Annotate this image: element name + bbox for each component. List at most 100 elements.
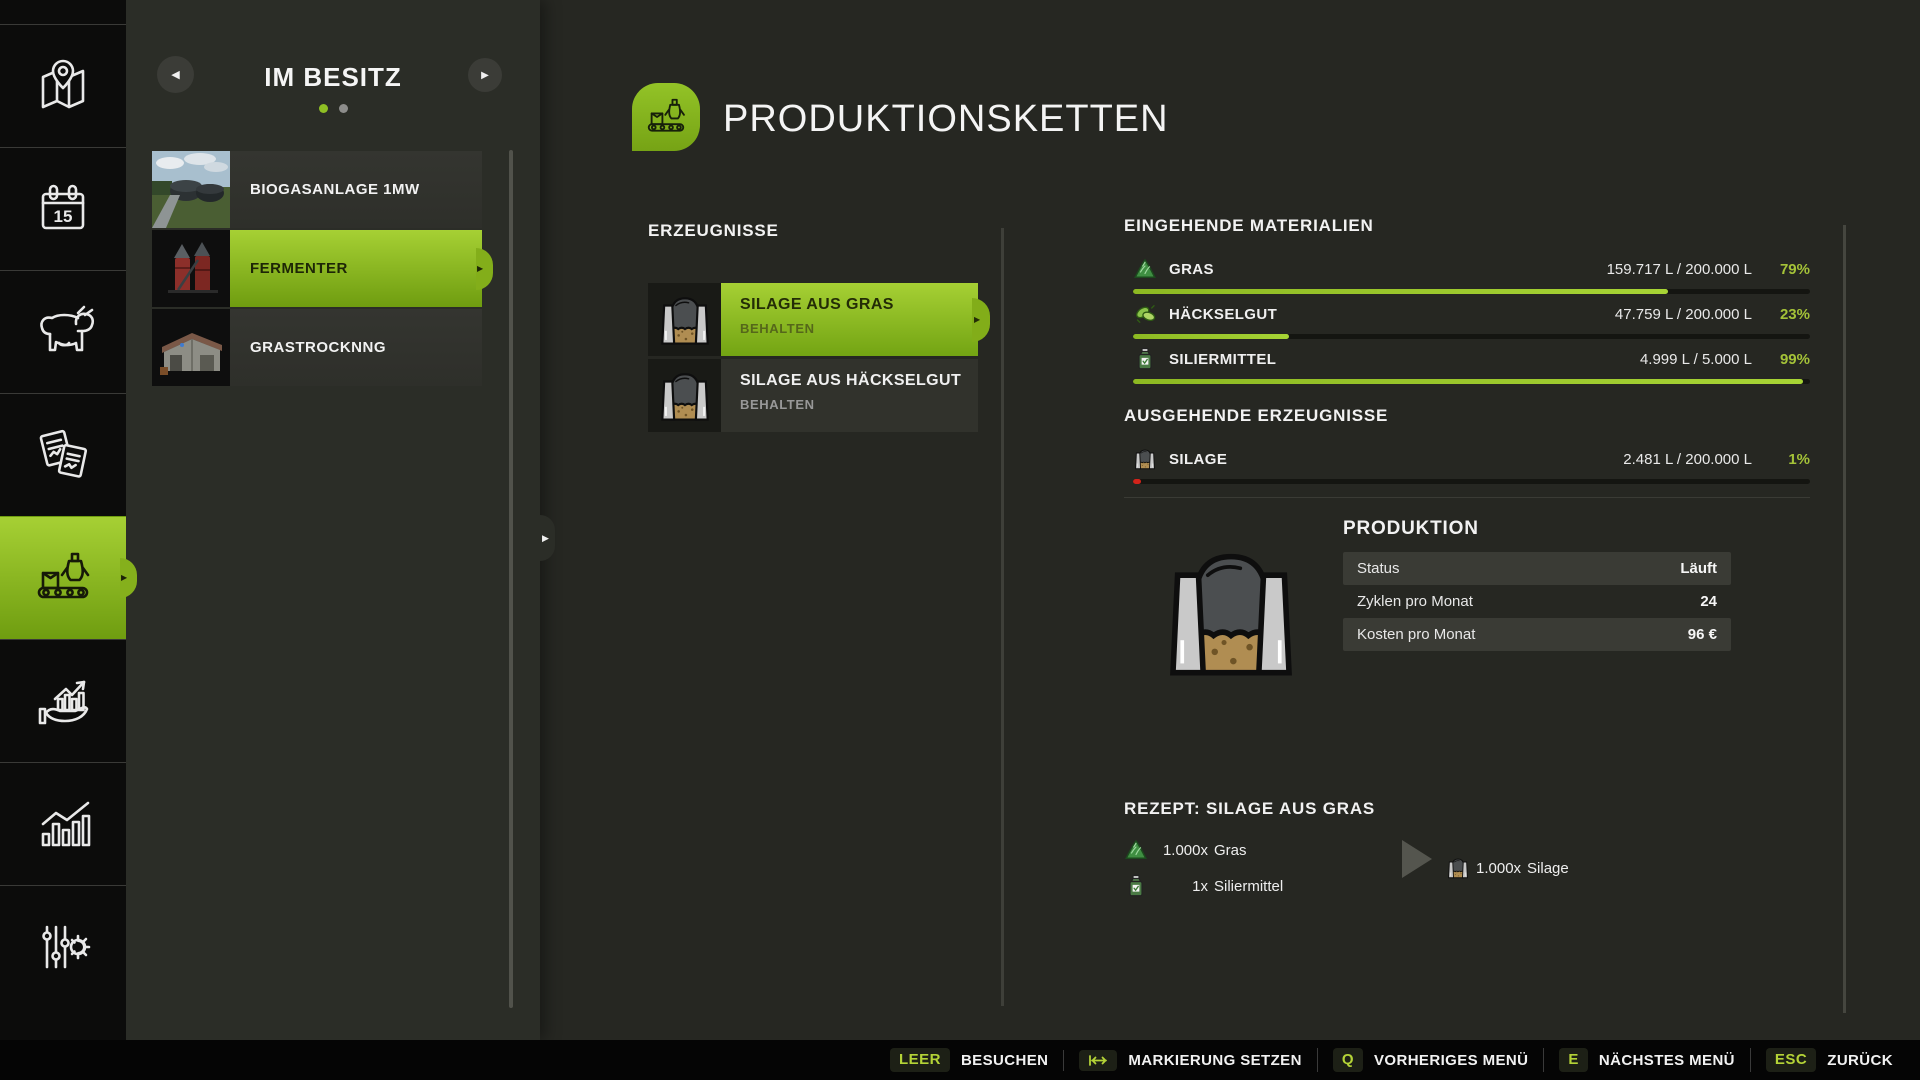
contracts-icon (39, 429, 88, 478)
recipe-arrow-icon (1402, 840, 1432, 878)
fill-level-bar (1133, 479, 1810, 484)
products-scrollbar[interactable] (1001, 228, 1004, 1006)
selected-building-indicator: ▶ (476, 247, 493, 290)
table-row: Kosten pro Monat 96 € (1343, 618, 1731, 651)
control-besuchen[interactable]: LEER BESUCHEN (875, 1047, 1063, 1073)
production-chains-icon (632, 83, 700, 151)
esc-key: ESC (1765, 1047, 1817, 1073)
owned-panel-header: ◀ IM BESITZ ▶ (126, 0, 540, 150)
fill-level-bar (1133, 379, 1810, 384)
product-item-silage-aus-haeckselgut[interactable]: SILAGE AUS HÄCKSELGUT BEHALTEN ▶ (648, 359, 978, 432)
production-icon (37, 552, 90, 599)
material-amount: 4.999 L / 5.000 L (1639, 350, 1752, 368)
recipe-name: Siliermittel (1214, 877, 1284, 895)
material-percent: 1% (1788, 450, 1810, 468)
sidebar-item-calendar[interactable]: 15 (0, 147, 126, 270)
bunker-silo-icon (648, 359, 721, 432)
page-dot-active[interactable] (318, 104, 328, 113)
calendar-icon: 15 (41, 184, 85, 230)
q-key: Q (1332, 1047, 1363, 1073)
material-percent: 99% (1779, 350, 1810, 368)
biogas-plant-photo (152, 151, 230, 228)
product-title: SILAGE AUS GRAS (740, 296, 894, 313)
material-name: SILIERMITTEL (1169, 350, 1277, 368)
page-dot[interactable] (338, 104, 348, 113)
owned-buildings-panel: ◀ IM BESITZ ▶ BIOGASANLAGE 1MW FERMENTER… (126, 0, 540, 1040)
building-row-fermenter[interactable]: FERMENTER ▶ (152, 230, 493, 307)
row-value: 24 (1700, 593, 1717, 610)
row-value: 96 € (1687, 626, 1717, 643)
product-title: SILAGE AUS HÄCKSELGUT (740, 372, 962, 389)
chaff-icon (1134, 304, 1157, 323)
sidebar-item-contracts[interactable] (0, 393, 126, 516)
calendar-day-label: 15 (54, 207, 73, 226)
selected-product-indicator: ▶ (972, 297, 990, 342)
product-mode: BEHALTEN (740, 321, 815, 336)
material-name: HÄCKSELGUT (1169, 305, 1278, 323)
control-markierung-setzen[interactable]: MARKIERUNG SETZEN (1063, 1049, 1316, 1071)
material-percent: 79% (1779, 260, 1810, 278)
sidebar-item-map[interactable] (0, 24, 126, 147)
fill-level-bar (1133, 334, 1810, 339)
material-amount: 159.717 L / 200.000 L (1606, 260, 1752, 278)
page-title: PRODUKTIONSKETTEN (723, 98, 1169, 140)
fermenter-silos-photo (152, 230, 230, 307)
material-row-gras: GRAS 159.717 L / 200.000 L 79% (1124, 256, 1810, 294)
statistics-icon (41, 801, 91, 847)
fill-level-bar (1133, 289, 1810, 294)
control-label: MARKIERUNG SETZEN (1128, 1051, 1302, 1069)
row-label: Zyklen pro Monat (1357, 593, 1473, 610)
recipe-name: Gras (1214, 841, 1247, 859)
recipe-section-title: REZEPT: SILAGE AUS GRAS (1124, 799, 1376, 818)
grass-icon (1125, 840, 1147, 859)
building-row-grastrocknng[interactable]: GRASTROCKNNG ▶ (152, 309, 482, 386)
input-hints-bar: LEER BESUCHEN MARKIERUNG SETZEN Q VORHER… (0, 1040, 1920, 1080)
details-scrollbar[interactable] (1843, 225, 1846, 1013)
table-row: Zyklen pro Monat 24 (1343, 585, 1731, 618)
bunker-silo-icon (1448, 858, 1468, 879)
next-page-button[interactable]: ▶ (468, 58, 502, 92)
recipe-input-siliermittel: 1x Siliermittel (1124, 874, 1283, 898)
product-item-silage-aus-gras[interactable]: SILAGE AUS GRAS BEHALTEN ▶ (648, 283, 990, 356)
sidebar-item-finances[interactable] (0, 639, 126, 762)
building-list: BIOGASANLAGE 1MW ▶ (152, 151, 493, 388)
control-label: VORHERIGES MENÜ (1374, 1051, 1529, 1069)
recipe-qty: 1.000x (1476, 859, 1522, 877)
sidebar-item-settings[interactable] (0, 885, 126, 1008)
bunker-silo-icon (1135, 449, 1155, 470)
sidebar-item-production[interactable]: ▶ (0, 516, 137, 639)
sidebar-item-animals[interactable] (0, 270, 126, 393)
material-row-silage: SILAGE 2.481 L / 200.000 L 1% (1124, 446, 1810, 484)
finances-icon (38, 680, 89, 725)
control-label: NÄCHSTES MENÜ (1598, 1051, 1735, 1069)
production-table: Status Läuft Zyklen pro Monat 24 Kosten … (1343, 552, 1731, 651)
production-chains-screen: 15 ▶ ◀ IM BESITZ ▶ BIOGASANLAGE 1MW FERM… (0, 0, 1920, 1080)
recipe-output-silage: 1.000x Silage (1446, 856, 1569, 880)
control-zurueck[interactable]: ESC ZURÜCK (1749, 1047, 1908, 1073)
material-row-siliermittel: SILIERMITTEL 4.999 L / 5.000 L 99% (1124, 346, 1810, 384)
building-list-scrollbar[interactable] (509, 150, 513, 1008)
grass-icon (1134, 259, 1156, 278)
control-vorheriges-menu[interactable]: Q VORHERIGES MENÜ (1316, 1047, 1544, 1073)
recipe-qty: 1x (1192, 877, 1208, 895)
material-amount: 47.759 L / 200.000 L (1614, 305, 1752, 323)
material-name: SILAGE (1169, 450, 1228, 468)
space-key: LEER (889, 1047, 950, 1073)
production-details-panel: EINGEHENDE MATERIALIEN GRAS 159.717 L / … (1124, 0, 1810, 1040)
control-naechstes-menu[interactable]: E NÄCHSTES MENÜ (1543, 1047, 1750, 1073)
production-chains-content: PRODUKTIONSKETTEN ERZEUGNISSE SILAGE AUS… (540, 0, 1920, 1040)
bunker-silo-large-icon (1142, 552, 1320, 682)
material-percent: 23% (1779, 305, 1810, 323)
material-name: GRAS (1169, 260, 1214, 278)
page-dots (126, 104, 540, 113)
row-label: Status (1357, 560, 1400, 577)
row-label: Kosten pro Monat (1357, 626, 1476, 643)
product-mode: BEHALTEN (740, 397, 815, 412)
map-icon (41, 59, 85, 109)
material-row-haeckselgut: HÄCKSELGUT 47.759 L / 200.000 L 23% (1124, 301, 1810, 339)
section-divider (1124, 497, 1810, 498)
inputs-section-title: EINGEHENDE MATERIALIEN (1124, 216, 1374, 235)
sidebar-item-statistics[interactable] (0, 762, 126, 885)
building-row-biogasanlage[interactable]: BIOGASANLAGE 1MW ▶ (152, 151, 482, 228)
main-menu-rail: 15 ▶ (0, 0, 137, 1040)
